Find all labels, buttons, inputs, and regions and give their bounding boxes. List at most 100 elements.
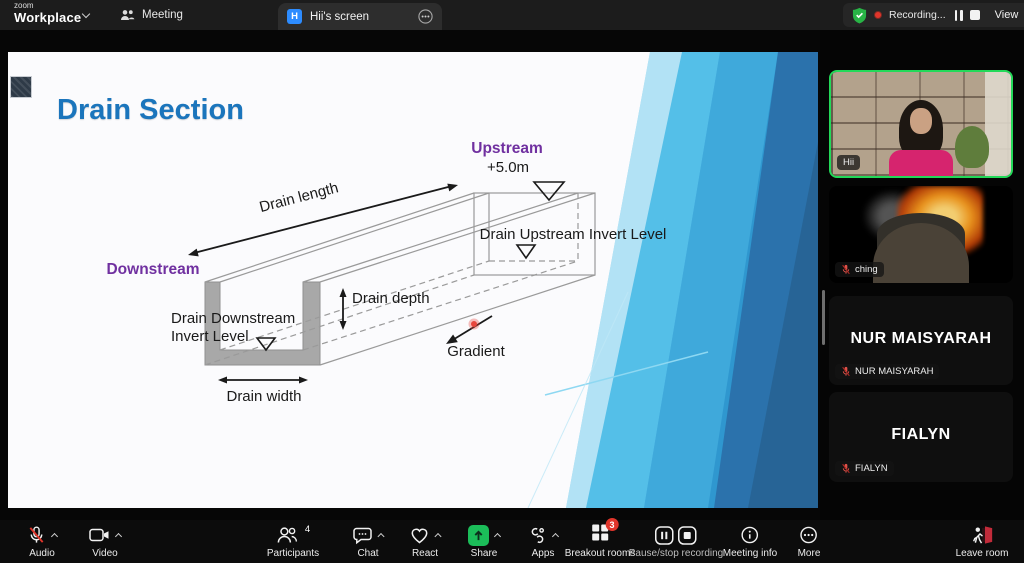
participants-button[interactable]: 4 Participants bbox=[267, 524, 319, 559]
chat-bubble-icon bbox=[353, 526, 373, 545]
label-downstream: Downstream bbox=[106, 261, 199, 278]
drain-solid-edges bbox=[205, 193, 595, 365]
zoom-workplace-logo: zoom Workplace bbox=[14, 2, 81, 26]
recording-dot-icon bbox=[874, 11, 882, 19]
label-drain-length: Drain length bbox=[258, 179, 341, 216]
participant-name-pill: ching bbox=[835, 262, 884, 277]
video-camera-icon bbox=[89, 527, 110, 543]
mic-muted-icon bbox=[841, 264, 851, 275]
drain-hidden-edges bbox=[205, 193, 578, 365]
apps-label: Apps bbox=[528, 548, 558, 559]
gradient-arrow bbox=[446, 316, 492, 344]
video-tile-ching[interactable]: ching bbox=[829, 186, 1013, 283]
participants-count: 4 bbox=[305, 524, 310, 535]
chevron-down-icon[interactable] bbox=[82, 10, 90, 18]
react-button[interactable]: React bbox=[410, 524, 441, 559]
title-bar: zoom Workplace Meeting H Hii's screen bbox=[0, 0, 1024, 30]
chevron-up-icon[interactable] bbox=[552, 533, 559, 540]
chevron-up-icon[interactable] bbox=[115, 533, 122, 540]
video-label: Video bbox=[89, 548, 121, 559]
apps-button[interactable]: Apps bbox=[528, 524, 558, 559]
mic-muted-icon bbox=[841, 463, 851, 474]
pause-recording-icon[interactable] bbox=[955, 10, 963, 21]
share-screen-icon bbox=[468, 525, 489, 546]
video-button[interactable]: Video bbox=[89, 524, 121, 559]
name-tile-fialyn[interactable]: FIALYN FIALYN bbox=[829, 392, 1013, 482]
meeting-toolbar: Audio Video 4 Parti bbox=[0, 520, 1024, 563]
participants-sidebar: Hii ching NUR MAISYARAH bbox=[820, 30, 1024, 520]
pause-stop-recording-button[interactable]: Pause/stop recording bbox=[629, 524, 724, 559]
participant-display-name: NUR MAISYARAH bbox=[829, 330, 1013, 348]
shared-screen-slide: Drain Section bbox=[8, 52, 818, 508]
participant-name: ching bbox=[855, 264, 878, 275]
participant-name-pill: FIALYN bbox=[835, 461, 894, 476]
breakout-rooms-label: Breakout rooms bbox=[565, 548, 636, 559]
more-options-icon[interactable] bbox=[418, 9, 433, 24]
chevron-up-icon[interactable] bbox=[377, 533, 384, 540]
avatar: H bbox=[287, 9, 302, 24]
label-upstream-level: +5.0m bbox=[487, 159, 529, 176]
label-downstream-invert-2: Invert Level bbox=[171, 328, 249, 345]
tab-screen-share[interactable]: H Hii's screen bbox=[278, 3, 442, 30]
slide-title: Drain Section bbox=[57, 94, 244, 127]
logo-zoom-text: zoom bbox=[14, 2, 81, 10]
label-drain-width: Drain width bbox=[226, 388, 301, 405]
recording-label: Recording... bbox=[889, 9, 946, 21]
plant bbox=[955, 126, 989, 168]
more-button[interactable]: More bbox=[798, 524, 821, 559]
zoom-meeting-window: zoom Workplace Meeting H Hii's screen bbox=[0, 0, 1024, 563]
audio-label: Audio bbox=[27, 548, 57, 559]
security-shield-icon[interactable] bbox=[852, 7, 867, 24]
react-label: React bbox=[410, 548, 441, 559]
meeting-info-label: Meeting info bbox=[723, 548, 777, 559]
participants-icon bbox=[276, 526, 298, 545]
chat-label: Chat bbox=[353, 548, 384, 559]
more-label: More bbox=[798, 548, 821, 559]
chevron-up-icon[interactable] bbox=[51, 533, 58, 540]
share-label: Share bbox=[468, 548, 500, 559]
breakout-rooms-button[interactable]: 3 Breakout rooms bbox=[565, 524, 636, 559]
recording-status: Recording... View bbox=[843, 3, 1024, 27]
participant-name: FIALYN bbox=[855, 463, 888, 474]
name-tile-nur-maisyarah[interactable]: NUR MAISYARAH NUR MAISYARAH bbox=[829, 296, 1013, 385]
participants-group-icon bbox=[120, 9, 135, 22]
mic-muted-icon bbox=[841, 366, 851, 377]
tab-meeting-label: Meeting bbox=[142, 9, 183, 21]
label-upstream: Upstream bbox=[471, 140, 543, 157]
participant-display-name: FIALYN bbox=[829, 426, 1013, 444]
pause-stop-recording-label: Pause/stop recording bbox=[629, 548, 724, 559]
leave-room-button[interactable]: Leave room bbox=[956, 524, 1009, 559]
sidebar-scrollbar[interactable] bbox=[822, 290, 825, 345]
chat-button[interactable]: Chat bbox=[353, 524, 384, 559]
video-tile-hii[interactable]: Hii bbox=[829, 70, 1013, 178]
drain-width-arrow bbox=[218, 377, 308, 384]
tab-meeting[interactable]: Meeting bbox=[112, 0, 191, 30]
breakout-rooms-badge: 3 bbox=[606, 518, 619, 531]
stop-recording-icon[interactable] bbox=[970, 10, 980, 20]
participant-name-pill: NUR MAISYARAH bbox=[835, 364, 939, 379]
share-button[interactable]: Share bbox=[468, 524, 500, 559]
participant-name-pill: Hii bbox=[837, 155, 860, 170]
participants-label: Participants bbox=[267, 548, 319, 559]
label-gradient: Gradient bbox=[447, 343, 505, 360]
heart-icon bbox=[410, 526, 430, 545]
meeting-info-button[interactable]: Meeting info bbox=[723, 524, 777, 559]
participant-name: NUR MAISYARAH bbox=[855, 366, 933, 377]
label-upstream-invert: Drain Upstream Invert Level bbox=[480, 226, 667, 243]
chevron-up-icon[interactable] bbox=[434, 533, 441, 540]
mic-muted-icon bbox=[27, 525, 46, 545]
stop-recording-icon[interactable] bbox=[678, 526, 697, 545]
leave-door-icon bbox=[971, 525, 994, 545]
view-label[interactable]: View bbox=[995, 9, 1019, 21]
audio-button[interactable]: Audio bbox=[27, 524, 57, 559]
person-shirt bbox=[889, 150, 953, 176]
pause-recording-icon[interactable] bbox=[655, 526, 674, 545]
person-face bbox=[910, 108, 932, 134]
info-icon bbox=[741, 526, 759, 544]
chevron-up-icon[interactable] bbox=[494, 533, 501, 540]
apps-icon bbox=[528, 526, 547, 545]
label-drain-depth: Drain depth bbox=[352, 290, 430, 307]
participant-name: Hii bbox=[843, 157, 854, 168]
window-light bbox=[985, 72, 1011, 176]
leave-room-label: Leave room bbox=[956, 548, 1009, 559]
